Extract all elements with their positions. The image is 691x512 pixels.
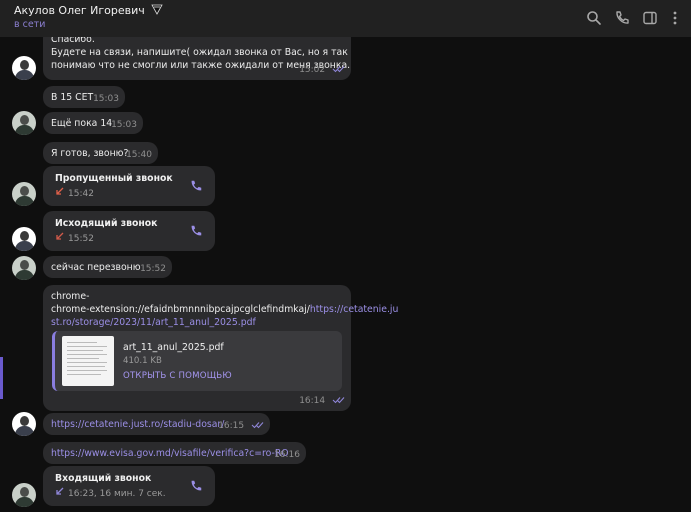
phone-icon[interactable]	[189, 179, 203, 193]
message-link[interactable]: st.ro/storage/2023/11/art_11_anul_2025.p…	[51, 316, 346, 329]
message-text: Ещё пока 14	[51, 118, 113, 129]
avatar[interactable]	[12, 412, 36, 436]
message-time: 15:03	[93, 94, 119, 104]
phone-icon[interactable]	[614, 10, 630, 26]
avatar[interactable]	[12, 182, 36, 206]
message-time: 16:14	[299, 395, 345, 408]
incoming-call-arrow-icon	[56, 487, 64, 495]
open-with-button[interactable]: ОТКРЫТЬ С ПОМОЩЬЮ	[123, 370, 232, 383]
message-text: chrome-extension://efaidnbmnnnibpcajpcgl…	[51, 304, 399, 315]
message-time: 16:15	[218, 420, 264, 433]
message-link[interactable]: https://www.evisa.gov.md/visafile/verifi…	[51, 447, 289, 460]
selection-indicator	[0, 357, 3, 399]
avatar[interactable]	[12, 56, 36, 80]
message-bubble[interactable]: https://www.evisa.gov.md/visafile/verifi…	[43, 442, 306, 464]
read-checks-icon	[332, 66, 345, 73]
message-time: 15:02	[299, 64, 345, 77]
message-text: Спасибо.	[51, 37, 95, 45]
message-list[interactable]: Спасибо. Будете на связи, напишите( ожид…	[0, 37, 691, 512]
call-detail: 16:23, 16 мин. 7 сек.	[55, 487, 166, 501]
call-title: Исходящий звонок	[55, 218, 158, 229]
sidebar-toggle-icon[interactable]	[642, 10, 658, 26]
search-icon[interactable]	[586, 10, 602, 26]
avatar[interactable]	[12, 227, 36, 251]
message-time: 16:16	[274, 450, 300, 460]
call-message[interactable]: Входящий звонок 16:23, 16 мин. 7 сек.	[43, 466, 215, 506]
file-attachment[interactable]: art_11_anul_2025.pdf 410.1 KB ОТКРЫТЬ С …	[52, 331, 342, 391]
message-text: В 15 СЕТ	[51, 92, 94, 103]
read-checks-icon	[251, 422, 264, 429]
phone-icon[interactable]	[189, 479, 203, 493]
call-message[interactable]: Пропущенный звонок 15:42	[43, 166, 215, 206]
avatar[interactable]	[12, 111, 36, 135]
message-link[interactable]: https://cetatenie.ju	[310, 304, 399, 315]
message-text: Я готов, звоню?	[51, 148, 129, 159]
file-name[interactable]: art_11_anul_2025.pdf	[123, 341, 224, 354]
message-text: сейчас перезвоню	[51, 262, 141, 273]
phone-icon[interactable]	[189, 224, 203, 238]
message-bubble[interactable]: сейчас перезвоню 15:52	[43, 256, 172, 278]
call-detail: 15:52	[55, 232, 94, 246]
contact-status: в сети	[14, 19, 46, 30]
message-bubble[interactable]: Спасибо. Будете на связи, напишите( ожид…	[43, 37, 351, 80]
message-text: chrome-	[51, 291, 90, 302]
message-text: Будете на связи, напишите( ожидал звонка…	[51, 47, 348, 58]
avatar[interactable]	[12, 256, 36, 280]
pdf-thumbnail	[62, 336, 114, 386]
more-vertical-icon[interactable]	[667, 10, 683, 26]
call-message[interactable]: Исходящий звонок 15:52	[43, 211, 215, 251]
read-checks-icon	[332, 397, 345, 404]
message-bubble[interactable]: Я готов, звоню? 15:40	[43, 142, 158, 164]
missed-call-arrow-icon	[56, 187, 64, 195]
outgoing-call-arrow-icon	[56, 232, 64, 240]
contact-name[interactable]: Акулов Олег Игоревич	[14, 4, 163, 17]
file-size: 410.1 KB	[123, 356, 162, 366]
message-time: 15:52	[140, 264, 166, 274]
message-time: 15:03	[111, 120, 137, 130]
message-bubble[interactable]: https://cetatenie.just.ro/stadiu-dosar/ …	[43, 413, 270, 435]
call-detail: 15:42	[55, 187, 94, 201]
message-bubble[interactable]: В 15 СЕТ 15:03	[43, 86, 125, 108]
call-title: Пропущенный звонок	[55, 173, 173, 184]
message-bubble[interactable]: chrome- chrome-extension://efaidnbmnnnib…	[43, 285, 399, 411]
avatar[interactable]	[12, 483, 36, 507]
message-time: 15:40	[126, 150, 152, 160]
call-title: Входящий звонок	[55, 473, 152, 484]
message-bubble[interactable]: Ещё пока 14 15:03	[43, 112, 143, 134]
chat-header: Акулов Олег Игоревич в сети	[0, 0, 691, 37]
message-link[interactable]: https://cetatenie.just.ro/stadiu-dosar/	[51, 418, 224, 431]
badge-icon	[151, 4, 163, 15]
